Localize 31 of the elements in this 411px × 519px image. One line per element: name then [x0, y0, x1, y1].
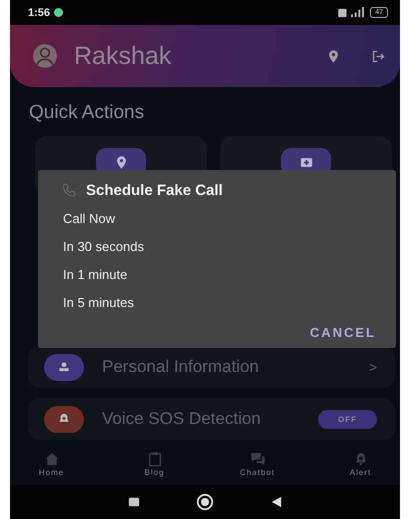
logout-icon[interactable] [371, 48, 386, 64]
dialog-title: Schedule Fake Call [86, 182, 223, 199]
notification-dot-icon [54, 8, 64, 17]
status-time: 1:56 [28, 6, 50, 18]
nav-item[interactable]: Alert [333, 451, 388, 485]
recents-icon[interactable] [128, 496, 140, 508]
app-title: Rakshak [74, 42, 172, 70]
section-title: Quick Actions [28, 101, 146, 124]
nav-item[interactable]: Chatbot [230, 451, 285, 485]
location-pin-icon[interactable] [326, 48, 341, 64]
dialog-option[interactable]: In 30 seconds [63, 239, 384, 255]
back-icon[interactable] [270, 496, 282, 508]
clipboard-icon [146, 451, 162, 467]
dialog-option[interactable]: Call Now [63, 211, 384, 227]
menu-row[interactable]: Personal Information > [28, 346, 395, 388]
nav-item[interactable]: Blog [127, 451, 182, 485]
chevron-icon: > [368, 359, 377, 375]
nav-item[interactable]: Home [24, 451, 79, 485]
phone-icon [61, 182, 78, 199]
chat-icon [250, 451, 266, 467]
person-icon [57, 360, 71, 374]
dialog-option[interactable]: In 5 minutes [63, 295, 384, 311]
signal-icon [338, 7, 366, 18]
setting-row[interactable]: Voice SOS Detection OFF [28, 398, 395, 440]
home-circle-icon[interactable] [196, 493, 214, 511]
cancel-button[interactable]: CANCEL [302, 321, 384, 344]
toggle-switch[interactable]: OFF [318, 410, 377, 428]
setting-label: Voice SOS Detection [102, 409, 262, 429]
home-icon [44, 451, 60, 467]
setting-label: Personal Information [102, 357, 260, 377]
dialog-option[interactable]: In 1 minute [63, 267, 384, 283]
